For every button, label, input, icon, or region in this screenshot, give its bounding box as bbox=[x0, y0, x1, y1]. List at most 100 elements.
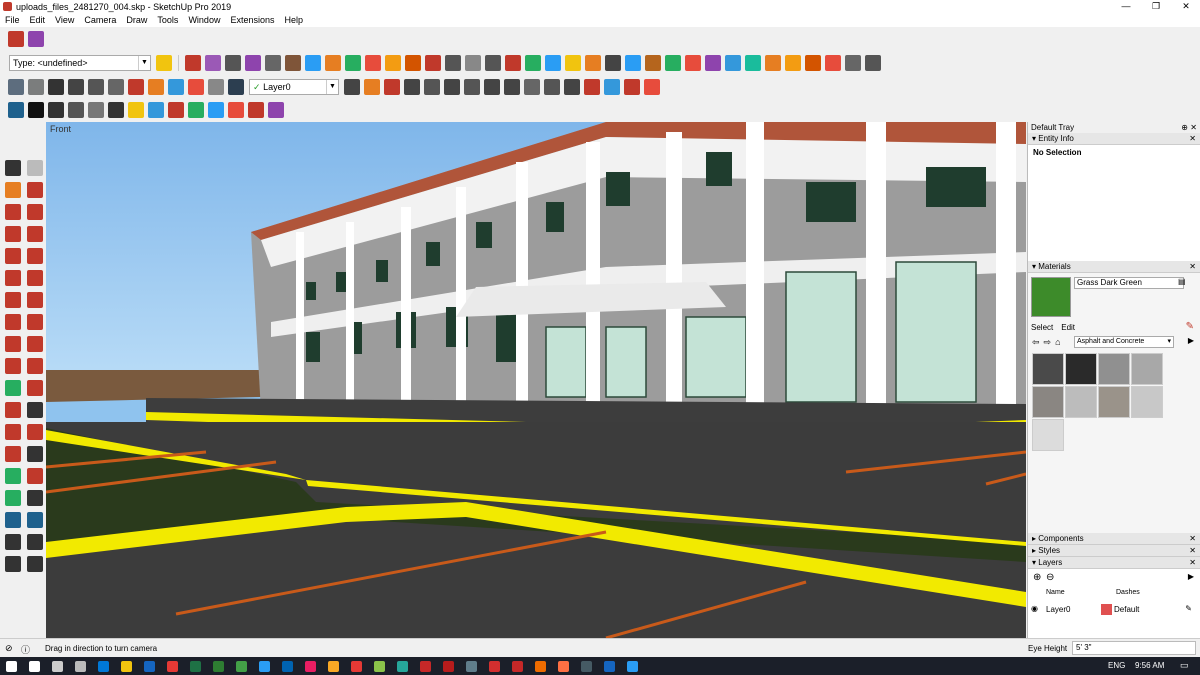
taskbar-app-icon[interactable] bbox=[466, 660, 477, 672]
view-tool-icon[interactable] bbox=[188, 79, 204, 95]
tool-icon[interactable] bbox=[565, 55, 581, 71]
taskbar-app-icon[interactable] bbox=[29, 660, 40, 672]
scene-tool-icon[interactable] bbox=[68, 102, 84, 118]
details-arrow-icon[interactable]: ▶ bbox=[1188, 336, 1194, 345]
close-button[interactable]: ✕ bbox=[1170, 0, 1200, 14]
material-swatch[interactable] bbox=[1032, 419, 1064, 451]
component-options-icon[interactable] bbox=[156, 55, 172, 71]
language-indicator[interactable]: ENG bbox=[1108, 661, 1125, 670]
tool-icon[interactable] bbox=[525, 55, 541, 71]
left-tool-icon[interactable] bbox=[5, 160, 21, 176]
add-layer-icon[interactable]: ⊕ bbox=[1033, 572, 1041, 583]
camera-tool-icon[interactable] bbox=[564, 79, 580, 95]
left-tool-icon[interactable] bbox=[27, 424, 43, 440]
camera-tool-icon[interactable] bbox=[604, 79, 620, 95]
left-tool-icon[interactable] bbox=[5, 336, 21, 352]
left-tool-icon[interactable] bbox=[5, 292, 21, 308]
menu-window[interactable]: Window bbox=[183, 14, 225, 27]
material-swatch[interactable] bbox=[1032, 386, 1064, 418]
material-swatch[interactable] bbox=[1098, 353, 1130, 385]
view-tool-icon[interactable] bbox=[8, 79, 24, 95]
view-tool-icon[interactable] bbox=[108, 79, 124, 95]
camera-tool-icon[interactable] bbox=[524, 79, 540, 95]
view-tool-icon[interactable] bbox=[68, 79, 84, 95]
left-tool-icon[interactable] bbox=[27, 468, 43, 484]
tool-icon[interactable] bbox=[665, 55, 681, 71]
left-tool-icon[interactable] bbox=[27, 314, 43, 330]
notifications-icon[interactable]: ▭ bbox=[1180, 660, 1189, 671]
sample-paint-icon[interactable]: ✎ bbox=[1186, 321, 1194, 332]
left-tool-icon[interactable] bbox=[5, 270, 21, 286]
tool-icon[interactable] bbox=[225, 55, 241, 71]
view-tool-icon[interactable] bbox=[128, 79, 144, 95]
left-tool-icon[interactable] bbox=[27, 204, 43, 220]
scene-tool-icon[interactable] bbox=[88, 102, 104, 118]
home-icon[interactable]: ⌂ bbox=[1055, 337, 1060, 348]
tool-icon[interactable] bbox=[305, 55, 321, 71]
left-tool-icon[interactable] bbox=[27, 512, 43, 528]
taskbar-app-icon[interactable] bbox=[167, 660, 178, 672]
camera-tool-icon[interactable] bbox=[584, 79, 600, 95]
left-tool-icon[interactable] bbox=[27, 402, 43, 418]
close-icon[interactable]: ✕ bbox=[1190, 122, 1197, 133]
tool-icon[interactable] bbox=[405, 55, 421, 71]
material-library-select[interactable]: Asphalt and Concrete ▾ bbox=[1074, 336, 1174, 348]
tool-icon[interactable] bbox=[785, 55, 801, 71]
left-tool-icon[interactable] bbox=[5, 314, 21, 330]
left-tool-icon[interactable] bbox=[27, 336, 43, 352]
entity-type-combo[interactable]: Type: <undefined> ▼ bbox=[9, 55, 151, 71]
tool-icon[interactable] bbox=[485, 55, 501, 71]
left-tool-icon[interactable] bbox=[5, 534, 21, 550]
camera-tool-icon[interactable] bbox=[364, 79, 380, 95]
create-material-icon[interactable]: ▤ bbox=[1178, 277, 1186, 286]
menu-file[interactable]: File bbox=[0, 14, 25, 27]
tool-icon[interactable] bbox=[805, 55, 821, 71]
tool-icon[interactable] bbox=[845, 55, 861, 71]
left-tool-icon[interactable] bbox=[27, 490, 43, 506]
left-tool-icon[interactable] bbox=[5, 490, 21, 506]
tool-icon[interactable] bbox=[185, 55, 201, 71]
camera-tool-icon[interactable] bbox=[384, 79, 400, 95]
camera-tool-icon[interactable] bbox=[644, 79, 660, 95]
tool-icon[interactable] bbox=[325, 55, 341, 71]
scene-tool-icon[interactable] bbox=[108, 102, 124, 118]
taskbar-app-icon[interactable] bbox=[259, 660, 270, 672]
materials-header[interactable]: ▾ Materials ✕ bbox=[1028, 261, 1200, 273]
left-tool-icon[interactable] bbox=[5, 468, 21, 484]
tab-select[interactable]: Select bbox=[1031, 323, 1053, 332]
close-icon[interactable]: ✕ bbox=[1189, 261, 1196, 273]
left-tool-icon[interactable] bbox=[27, 182, 43, 198]
open-model-icon[interactable] bbox=[8, 31, 24, 47]
taskbar-app-icon[interactable] bbox=[236, 660, 247, 672]
tool-icon[interactable] bbox=[865, 55, 881, 71]
view-tool-icon[interactable] bbox=[148, 79, 164, 95]
visibility-eye-icon[interactable]: ◉ bbox=[1031, 604, 1038, 613]
view-tool-icon[interactable] bbox=[48, 79, 64, 95]
details-arrow-icon[interactable]: ▶ bbox=[1188, 572, 1194, 581]
tool-icon[interactable] bbox=[265, 55, 281, 71]
back-arrow-icon[interactable]: ⇦ bbox=[1032, 337, 1040, 348]
tool-icon[interactable] bbox=[505, 55, 521, 71]
edit-pencil-icon[interactable]: ✎ bbox=[1185, 604, 1192, 613]
tool-icon[interactable] bbox=[685, 55, 701, 71]
restore-button[interactable]: ❐ bbox=[1140, 0, 1172, 14]
camera-tool-icon[interactable] bbox=[484, 79, 500, 95]
scene-tool-icon[interactable] bbox=[128, 102, 144, 118]
entity-info-header[interactable]: ▾ Entity Info ✕ bbox=[1028, 133, 1200, 145]
scene-tool-icon[interactable] bbox=[228, 102, 244, 118]
material-swatch[interactable] bbox=[1065, 386, 1097, 418]
material-swatch[interactable] bbox=[1131, 386, 1163, 418]
left-tool-icon[interactable] bbox=[5, 248, 21, 264]
left-tool-icon[interactable] bbox=[27, 446, 43, 462]
view-tool-icon[interactable] bbox=[168, 79, 184, 95]
camera-tool-icon[interactable] bbox=[624, 79, 640, 95]
left-tool-icon[interactable] bbox=[5, 182, 21, 198]
scene-tool-icon[interactable] bbox=[148, 102, 164, 118]
layer-combo[interactable]: ✓ Layer0 ▼ bbox=[249, 79, 339, 95]
left-tool-icon[interactable] bbox=[5, 402, 21, 418]
menu-tools[interactable]: Tools bbox=[152, 14, 183, 27]
map-icon[interactable] bbox=[28, 31, 44, 47]
left-tool-icon[interactable] bbox=[5, 446, 21, 462]
material-swatch[interactable] bbox=[1065, 353, 1097, 385]
left-tool-icon[interactable] bbox=[5, 204, 21, 220]
